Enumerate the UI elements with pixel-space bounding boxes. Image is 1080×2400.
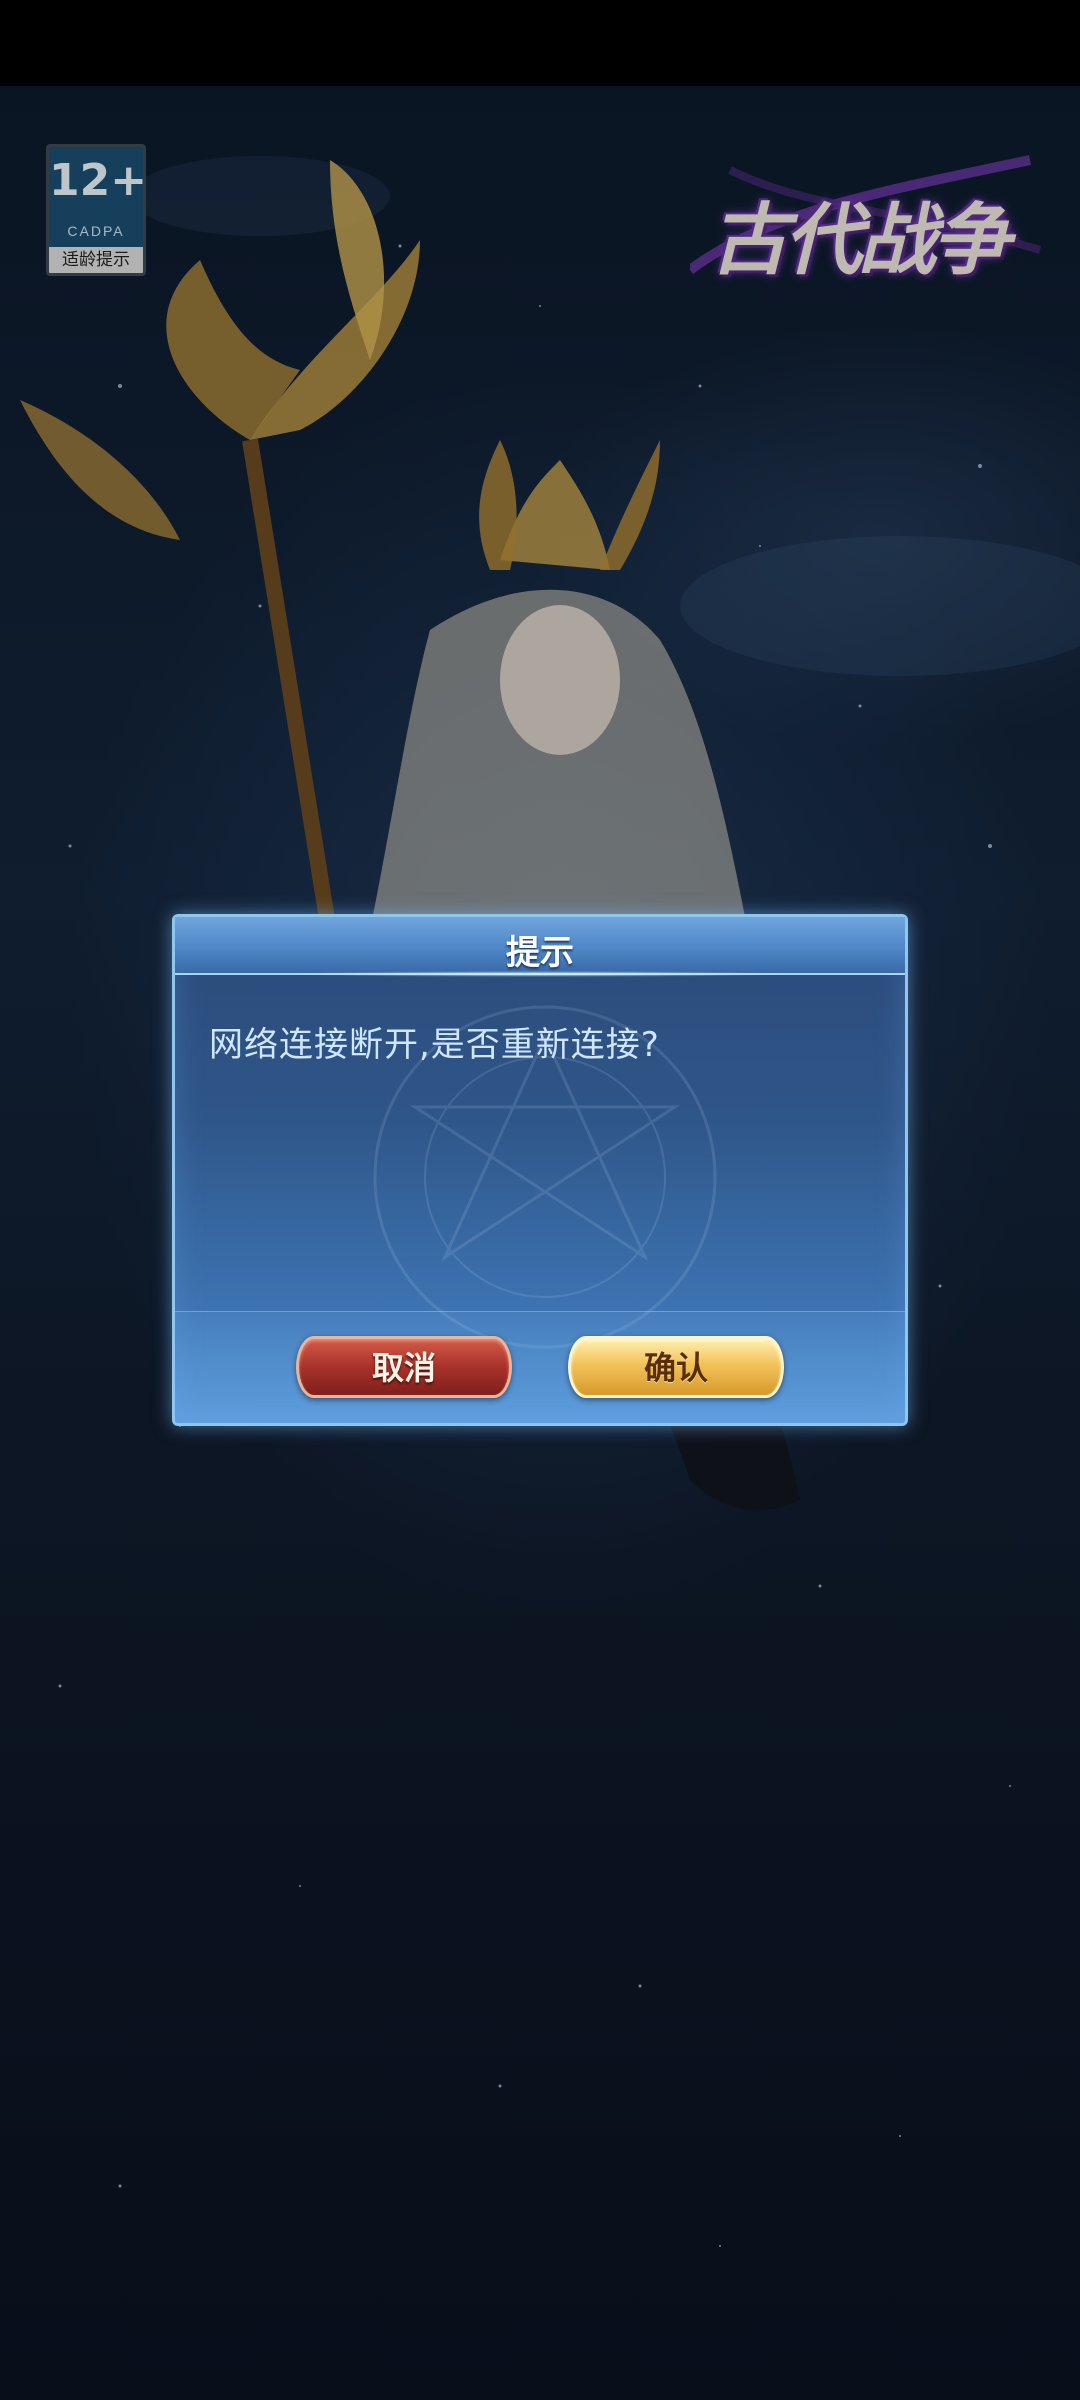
cancel-button[interactable]: 取消 — [296, 1336, 512, 1398]
confirm-button[interactable]: 确认 — [568, 1336, 784, 1398]
dialog-button-row: 取消 确认 — [172, 914, 908, 1426]
